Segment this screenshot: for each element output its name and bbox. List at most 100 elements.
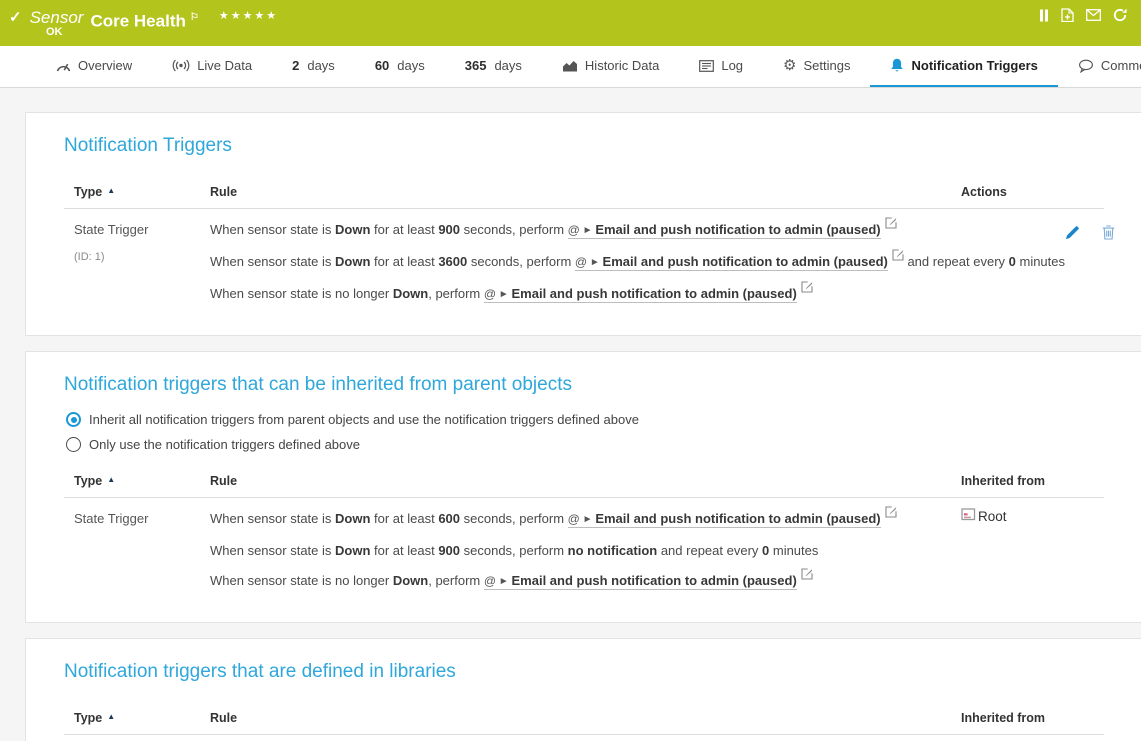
sensor-header: ✓ Sensor Core Health⚐ ★★★★★ OK <box>0 0 1141 46</box>
priority-stars[interactable]: ★★★★★ <box>219 8 278 24</box>
pause-icon[interactable] <box>1039 9 1049 22</box>
tab-label: Notification Triggers <box>911 58 1037 73</box>
column-inherited-from: Inherited from <box>961 474 1104 488</box>
rule-text: When sensor state is Down for at least 3… <box>210 247 1065 279</box>
status-ok-check-icon: ✓ <box>9 8 22 28</box>
rule-text: When sensor state is no longer Down, per… <box>210 566 961 598</box>
panel-library-triggers: Notification triggers that are defined i… <box>25 638 1141 741</box>
tab-label: Log <box>721 58 743 73</box>
tab-label: Overview <box>78 58 132 73</box>
tab-label: Comments <box>1101 58 1141 73</box>
status-badge: OK <box>46 26 63 38</box>
tab-365-days[interactable]: 365 days <box>445 46 542 87</box>
live-data-icon <box>172 59 190 72</box>
rule-text: When sensor state is Down for at least 9… <box>210 215 1065 247</box>
column-rule: Rule <box>210 711 961 725</box>
header-toolbar <box>1039 8 1127 22</box>
edit-notification-icon[interactable] <box>885 499 897 529</box>
tab-label: Settings <box>804 58 851 73</box>
trigger-id: (ID: 1) <box>74 250 210 264</box>
column-rule: Rule <box>210 474 961 488</box>
tab-historic-data[interactable]: Historic Data <box>542 46 679 87</box>
notification-action-link[interactable]: @ ► Email and push notification to admin… <box>568 511 881 528</box>
trigger-table-body: State TriggerWhen sensor state is Down f… <box>64 498 1104 598</box>
arrow-icon: ► <box>496 576 511 587</box>
section-title-inherited-triggers: Notification triggers that can be inheri… <box>64 374 1104 396</box>
trigger-type: State Trigger <box>74 504 210 534</box>
no-triggers-text: (no triggers defined) <box>64 735 1104 741</box>
tab-number: 60 <box>375 58 389 73</box>
panel-inherited-triggers: Notification triggers that can be inheri… <box>25 351 1141 623</box>
column-type[interactable]: Type▲ <box>74 711 210 725</box>
tab-settings[interactable]: ⚙ Settings <box>763 46 870 87</box>
notification-action-link[interactable]: @ ► Email and push notification to admin… <box>484 286 797 303</box>
tab-live-data[interactable]: Live Data <box>152 46 272 87</box>
historic-data-icon <box>562 60 578 72</box>
tab-notification-triggers[interactable]: Notification Triggers <box>870 46 1057 87</box>
notification-name: Email and push notification to admin (pa… <box>512 286 797 301</box>
sort-asc-icon: ▲ <box>107 712 115 721</box>
column-actions: Actions <box>961 185 1104 199</box>
delete-trigger-button[interactable] <box>1102 225 1115 240</box>
at-icon: @ <box>568 223 580 237</box>
sort-asc-icon: ▲ <box>107 186 115 195</box>
table-header: Type▲ Rule Inherited from <box>64 711 1104 735</box>
trigger-table-body: State Trigger(ID: 1)When sensor state is… <box>64 209 1104 311</box>
tab-2-days[interactable]: 2days <box>272 46 355 87</box>
tab-comments[interactable]: Comments <box>1058 46 1141 87</box>
tab-overview[interactable]: Overview <box>36 46 152 87</box>
radio-option[interactable]: Only use the notification triggers defin… <box>66 437 1104 452</box>
edit-notification-icon[interactable] <box>892 242 904 272</box>
notification-name: Email and push notification to admin (pa… <box>595 511 880 526</box>
tab-label: Historic Data <box>585 58 659 73</box>
radio-option[interactable]: Inherit all notification triggers from p… <box>66 412 1104 427</box>
trigger-row: State Trigger(ID: 1)When sensor state is… <box>64 209 1104 311</box>
notification-name: Email and push notification to admin (pa… <box>512 573 797 588</box>
flag-icon[interactable]: ⚐ <box>190 12 199 23</box>
tab-label: days <box>494 58 521 73</box>
column-type[interactable]: Type▲ <box>74 185 210 199</box>
section-title-notification-triggers: Notification Triggers <box>64 135 1104 157</box>
inherited-from-link[interactable]: Root <box>961 504 1007 524</box>
tab-number: 365 <box>465 58 487 73</box>
at-icon: @ <box>575 255 587 269</box>
arrow-icon: ► <box>580 225 595 236</box>
at-icon: @ <box>484 574 496 588</box>
radio-selected-icon <box>66 412 81 427</box>
edit-notification-icon[interactable] <box>885 210 897 240</box>
arrow-icon: ► <box>580 514 595 525</box>
edit-notification-icon[interactable] <box>801 274 813 304</box>
rule-text: When sensor state is no longer Down, per… <box>210 279 1065 311</box>
rule-text: When sensor state is Down for at least 6… <box>210 504 961 536</box>
comments-icon <box>1078 59 1094 73</box>
notification-action-link[interactable]: @ ► Email and push notification to admin… <box>484 573 797 590</box>
column-type[interactable]: Type▲ <box>74 474 210 488</box>
row-actions <box>1065 215 1141 240</box>
gauge-icon <box>56 59 71 72</box>
report-icon[interactable] <box>1061 8 1074 22</box>
panel-notification-triggers: Notification Triggers Type▲ Rule Actions… <box>25 112 1141 336</box>
edit-trigger-button[interactable] <box>1065 225 1080 240</box>
notification-name: Email and push notification to admin (pa… <box>595 222 880 237</box>
email-icon[interactable] <box>1086 9 1101 21</box>
sensor-tabbar: OverviewLive Data2days60days365daysHisto… <box>0 46 1141 88</box>
refresh-icon[interactable] <box>1113 8 1127 22</box>
tab-60-days[interactable]: 60days <box>355 46 445 87</box>
at-icon: @ <box>568 512 580 526</box>
inherited-from-name: Root <box>978 509 1007 524</box>
arrow-icon: ► <box>496 289 511 300</box>
column-rule: Rule <box>210 185 961 199</box>
gear-icon: ⚙ <box>783 59 796 73</box>
notification-action-link[interactable]: @ ► Email and push notification to admin… <box>568 222 881 239</box>
trigger-type: State Trigger <box>74 215 210 245</box>
sensor-title: Core Health⚐ <box>90 8 198 32</box>
tab-label: days <box>307 58 334 73</box>
radio-label: Inherit all notification triggers from p… <box>89 412 639 427</box>
arrow-icon: ► <box>587 257 602 268</box>
bell-icon <box>890 58 904 73</box>
notification-action-link[interactable]: @ ► Email and push notification to admin… <box>575 254 888 271</box>
tab-log[interactable]: Log <box>679 46 763 87</box>
radio-label: Only use the notification triggers defin… <box>89 437 360 452</box>
edit-notification-icon[interactable] <box>801 561 813 591</box>
trigger-row: State TriggerWhen sensor state is Down f… <box>64 498 1104 598</box>
